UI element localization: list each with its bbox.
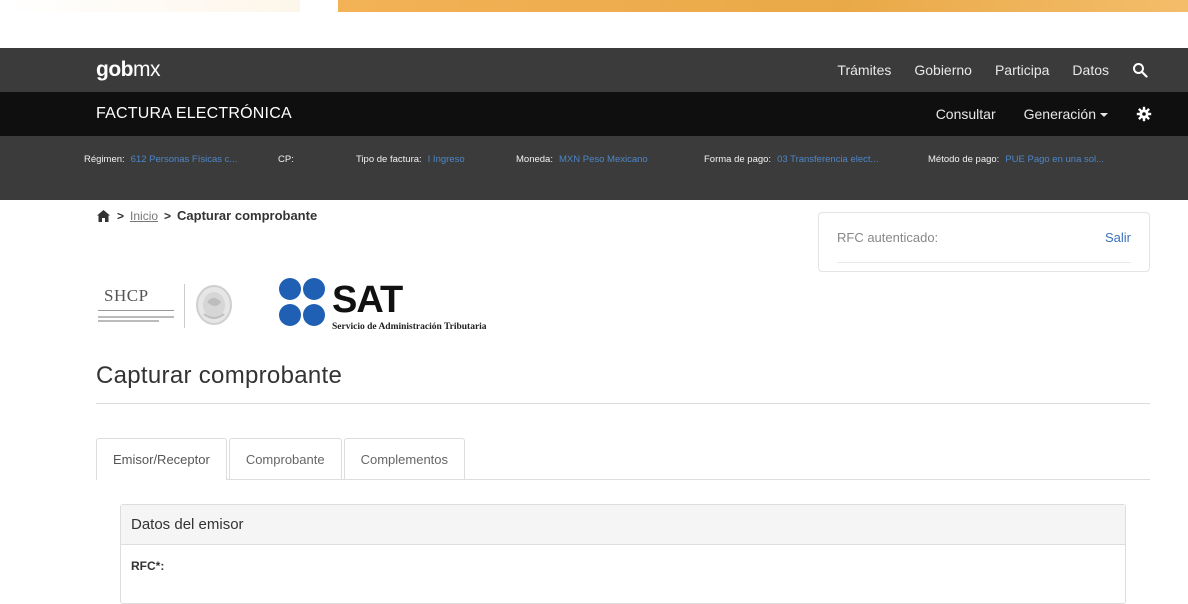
shcp-rule (98, 310, 174, 311)
top-fade (0, 0, 300, 12)
gobmx-logo[interactable]: gobmx (96, 58, 160, 82)
form-tabs: Emisor/Receptor Comprobante Complementos (96, 438, 467, 480)
app-title[interactable]: FACTURA ELECTRÓNICA (96, 105, 292, 123)
info-cp[interactable]: CP: (278, 154, 356, 165)
generacion-label: Generación (1023, 106, 1096, 122)
chevron-right-icon: > (117, 208, 125, 223)
breadcrumb-current: Capturar comprobante (177, 208, 318, 223)
mexico-seal-icon (192, 280, 240, 330)
cp-label: CP: (278, 154, 294, 165)
page-title: Capturar comprobante (96, 362, 343, 389)
nav-link-gobierno[interactable]: Gobierno (914, 62, 972, 78)
moneda-value: MXN Peso Mexicano (558, 154, 648, 165)
sat-logo-subtitle: Servicio de Administración Tributaria (332, 322, 487, 332)
nav-link-tramites[interactable]: Trámites (837, 62, 891, 78)
nav-link-datos[interactable]: Datos (1072, 62, 1109, 78)
info-items: Régimen: 612 Personas Físicas c... CP: T… (84, 154, 1138, 165)
info-metodo-pago[interactable]: Método de pago: PUE Pago en una sol... (928, 154, 1138, 165)
tab-complementos[interactable]: Complementos (343, 438, 466, 480)
info-tipo-factura[interactable]: Tipo de factura: I Ingreso (356, 154, 516, 165)
tipo-label: Tipo de factura: (356, 154, 422, 165)
title-divider (96, 403, 1150, 404)
top-banner (338, 0, 1188, 12)
forma-value: 03 Transferencia elect... (777, 154, 879, 165)
nav-link-participa[interactable]: Participa (995, 62, 1049, 78)
metodo-label: Método de pago: (928, 154, 1000, 165)
chevron-right-icon: > (164, 208, 172, 223)
logout-link[interactable]: Salir (1105, 230, 1131, 245)
sat-circles-icon (278, 276, 328, 330)
regimen-value: 612 Personas Físicas c... (130, 154, 238, 165)
tab-emisor-receptor[interactable]: Emisor/Receptor (96, 438, 227, 480)
main-nav-links: Trámites Gobierno Participa Datos (837, 48, 1148, 92)
breadcrumb: > Inicio > Capturar comprobante (96, 208, 317, 223)
tab-comprobante[interactable]: Comprobante (228, 438, 342, 480)
tipo-value: I Ingreso (427, 154, 465, 165)
shcp-divider (184, 284, 185, 328)
sub-nav-links: Consultar Generación (936, 92, 1152, 136)
emisor-panel: Datos del emisor RFC*: (120, 504, 1126, 604)
brand-right: mx (132, 58, 161, 81)
sat-logo-text: SAT (332, 279, 403, 321)
consultar-link[interactable]: Consultar (936, 106, 996, 122)
rfc-row: RFC autenticado: Salir (837, 213, 1131, 263)
shcp-small-text (98, 314, 174, 326)
brand-left: gob (96, 58, 133, 81)
home-icon[interactable] (96, 209, 111, 223)
info-moneda[interactable]: Moneda: MXN Peso Mexicano (516, 154, 704, 165)
rfc-panel: RFC autenticado: Salir (818, 212, 1150, 272)
main-navbar: gobmx Trámites Gobierno Participa Datos (0, 48, 1188, 92)
info-regimen[interactable]: Régimen: 612 Personas Físicas c... (84, 154, 278, 165)
gear-icon[interactable] (1136, 106, 1152, 122)
metodo-value: PUE Pago en una sol... (1005, 154, 1105, 165)
rfc-field-label: RFC*: (131, 559, 165, 573)
generacion-dropdown[interactable]: Generación (1024, 106, 1108, 122)
breadcrumb-inicio-link[interactable]: Inicio (130, 209, 158, 223)
shcp-logo: SHCP (96, 280, 246, 335)
sat-logo: SAT Servicio de Administración Tributari… (278, 276, 548, 336)
info-forma-pago[interactable]: Forma de pago: 03 Transferencia elect... (704, 154, 928, 165)
caret-down-icon (1100, 113, 1108, 118)
tab-content: Datos del emisor RFC*: (96, 479, 1150, 604)
rfc-authenticated-label: RFC autenticado: (837, 230, 939, 245)
forma-label: Forma de pago: (704, 154, 772, 165)
sub-navbar: FACTURA ELECTRÓNICA Consultar Generación (0, 92, 1188, 136)
shcp-logo-text: SHCP (104, 286, 149, 305)
search-icon[interactable] (1132, 62, 1148, 78)
invoice-info-bar: Régimen: 612 Personas Físicas c... CP: T… (0, 136, 1188, 200)
emisor-panel-heading: Datos del emisor (121, 505, 1125, 545)
moneda-label: Moneda: (516, 154, 553, 165)
regimen-label: Régimen: (84, 154, 125, 165)
